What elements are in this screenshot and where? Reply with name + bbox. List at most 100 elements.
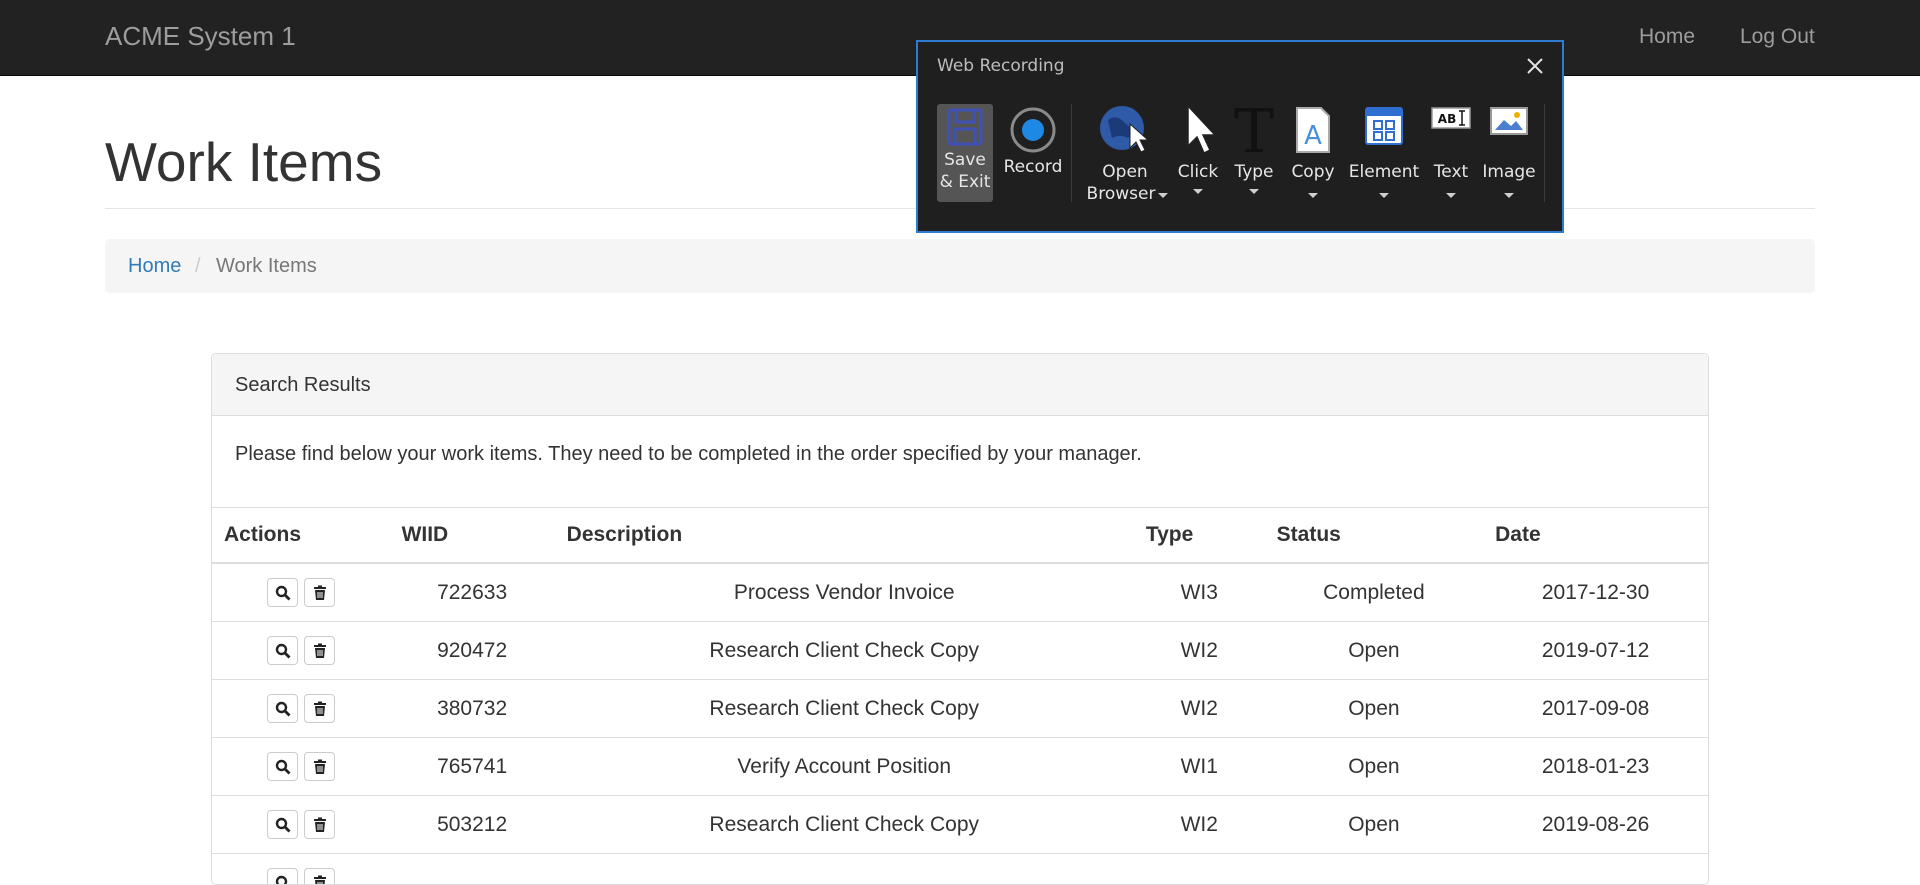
delete-button[interactable] bbox=[304, 752, 335, 781]
type-button[interactable]: T Type bbox=[1228, 104, 1280, 202]
cell-wiid: 380732 bbox=[390, 680, 555, 738]
cell-date: 2019-07-12 bbox=[1483, 622, 1708, 680]
chevron-down-icon[interactable] bbox=[1504, 193, 1514, 198]
recorder-title: Web Recording bbox=[937, 56, 1065, 76]
table-header-row: Actions WIID Description Type Status Dat… bbox=[212, 508, 1708, 564]
delete-button[interactable] bbox=[304, 578, 335, 607]
save-label-line2: & Exit bbox=[937, 172, 993, 193]
cell-description: Research Client Check Copy bbox=[555, 796, 1134, 854]
cell-type: WI2 bbox=[1134, 622, 1265, 680]
search-icon bbox=[275, 817, 291, 833]
row-actions bbox=[212, 563, 390, 622]
floppy-disk-icon bbox=[947, 108, 983, 146]
cell-wiid bbox=[390, 854, 555, 885]
chevron-down-icon[interactable] bbox=[1379, 193, 1389, 198]
breadcrumb-separator: / bbox=[195, 255, 201, 278]
view-button[interactable] bbox=[267, 752, 298, 781]
copy-button[interactable]: A Copy bbox=[1286, 104, 1340, 202]
copy-label: Copy bbox=[1286, 162, 1340, 183]
table-row: 765741Verify Account PositionWI1Open2018… bbox=[212, 738, 1708, 796]
work-items-table: Actions WIID Description Type Status Dat… bbox=[212, 507, 1708, 885]
open-label-line1: Open bbox=[1083, 162, 1167, 183]
record-icon bbox=[1009, 106, 1057, 154]
view-button[interactable] bbox=[267, 636, 298, 665]
chevron-down-icon[interactable] bbox=[1193, 189, 1203, 194]
cell-date: 2019-08-26 bbox=[1483, 796, 1708, 854]
record-label: Record bbox=[1000, 157, 1066, 178]
element-button[interactable]: Element bbox=[1346, 104, 1422, 202]
cell-description: Research Client Check Copy bbox=[555, 622, 1134, 680]
delete-button[interactable] bbox=[304, 810, 335, 839]
row-actions bbox=[212, 622, 390, 680]
toolbar-divider bbox=[1071, 104, 1072, 202]
table-row: 920472Research Client Check CopyWI2Open2… bbox=[212, 622, 1708, 680]
chevron-down-icon[interactable] bbox=[1158, 193, 1168, 198]
cell-status: Open bbox=[1265, 796, 1484, 854]
cell-wiid: 920472 bbox=[390, 622, 555, 680]
row-actions bbox=[212, 680, 390, 738]
header-date: Date bbox=[1483, 508, 1708, 564]
type-t-icon: T bbox=[1231, 104, 1277, 156]
save-label-line1: Save bbox=[937, 150, 993, 171]
trash-icon bbox=[312, 759, 328, 775]
image-button[interactable]: Image bbox=[1480, 104, 1538, 202]
panel-title: Search Results bbox=[235, 374, 371, 397]
cell-description: Verify Account Position bbox=[555, 738, 1134, 796]
table-row: 380732Research Client Check CopyWI2Open2… bbox=[212, 680, 1708, 738]
open-browser-button[interactable]: Open Browser bbox=[1083, 104, 1167, 202]
delete-button[interactable] bbox=[304, 636, 335, 665]
text-label: Text bbox=[1428, 162, 1474, 183]
table-row: 722633Process Vendor InvoiceWI3Completed… bbox=[212, 563, 1708, 622]
search-results-panel: Search Results Please find below your wo… bbox=[211, 353, 1709, 885]
image-icon bbox=[1489, 106, 1529, 138]
trash-icon bbox=[312, 875, 328, 885]
cell-wiid: 722633 bbox=[390, 563, 555, 622]
nav-home-link[interactable]: Home bbox=[1639, 25, 1695, 49]
record-button[interactable]: Record bbox=[1000, 104, 1066, 202]
cell-status: Open bbox=[1265, 680, 1484, 738]
cell-type: WI2 bbox=[1134, 796, 1265, 854]
svg-text:AB: AB bbox=[1438, 112, 1456, 126]
cell-type bbox=[1134, 854, 1265, 885]
trash-icon bbox=[312, 585, 328, 601]
trash-icon bbox=[312, 701, 328, 717]
text-button[interactable]: AB Text bbox=[1428, 104, 1474, 202]
view-button[interactable] bbox=[267, 810, 298, 839]
close-icon[interactable] bbox=[1521, 52, 1549, 80]
search-icon bbox=[275, 875, 291, 885]
delete-button[interactable] bbox=[304, 694, 335, 723]
toolbar-divider bbox=[1544, 104, 1545, 202]
table-row bbox=[212, 854, 1708, 885]
element-label: Element bbox=[1346, 162, 1422, 183]
text-field-icon: AB bbox=[1431, 104, 1471, 132]
trash-icon bbox=[312, 643, 328, 659]
brand-title[interactable]: ACME System 1 bbox=[105, 21, 296, 52]
click-button[interactable]: Click bbox=[1174, 104, 1222, 202]
cell-type: WI3 bbox=[1134, 563, 1265, 622]
search-icon bbox=[275, 585, 291, 601]
cell-date: 2018-01-23 bbox=[1483, 738, 1708, 796]
click-label: Click bbox=[1174, 162, 1222, 183]
view-button[interactable] bbox=[267, 578, 298, 607]
view-button[interactable] bbox=[267, 694, 298, 723]
row-actions bbox=[212, 796, 390, 854]
save-exit-button[interactable]: Save & Exit bbox=[937, 104, 993, 202]
globe-cursor-icon bbox=[1098, 104, 1152, 154]
open-label-line2: Browser bbox=[1079, 184, 1163, 205]
cell-date bbox=[1483, 854, 1708, 885]
breadcrumb-home-link[interactable]: Home bbox=[128, 255, 181, 278]
row-actions bbox=[212, 854, 390, 885]
cell-status: Completed bbox=[1265, 563, 1484, 622]
nav-logout-link[interactable]: Log Out bbox=[1740, 25, 1815, 49]
cell-date: 2017-12-30 bbox=[1483, 563, 1708, 622]
image-label: Image bbox=[1480, 162, 1538, 183]
cell-type: WI2 bbox=[1134, 680, 1265, 738]
header-status: Status bbox=[1265, 508, 1484, 564]
chevron-down-icon[interactable] bbox=[1446, 193, 1456, 198]
chevron-down-icon[interactable] bbox=[1308, 193, 1318, 198]
chevron-down-icon[interactable] bbox=[1249, 189, 1259, 194]
cursor-icon bbox=[1180, 104, 1220, 156]
type-label: Type bbox=[1228, 162, 1280, 183]
cell-description bbox=[555, 854, 1134, 885]
table-row: 503212Research Client Check CopyWI2Open2… bbox=[212, 796, 1708, 854]
